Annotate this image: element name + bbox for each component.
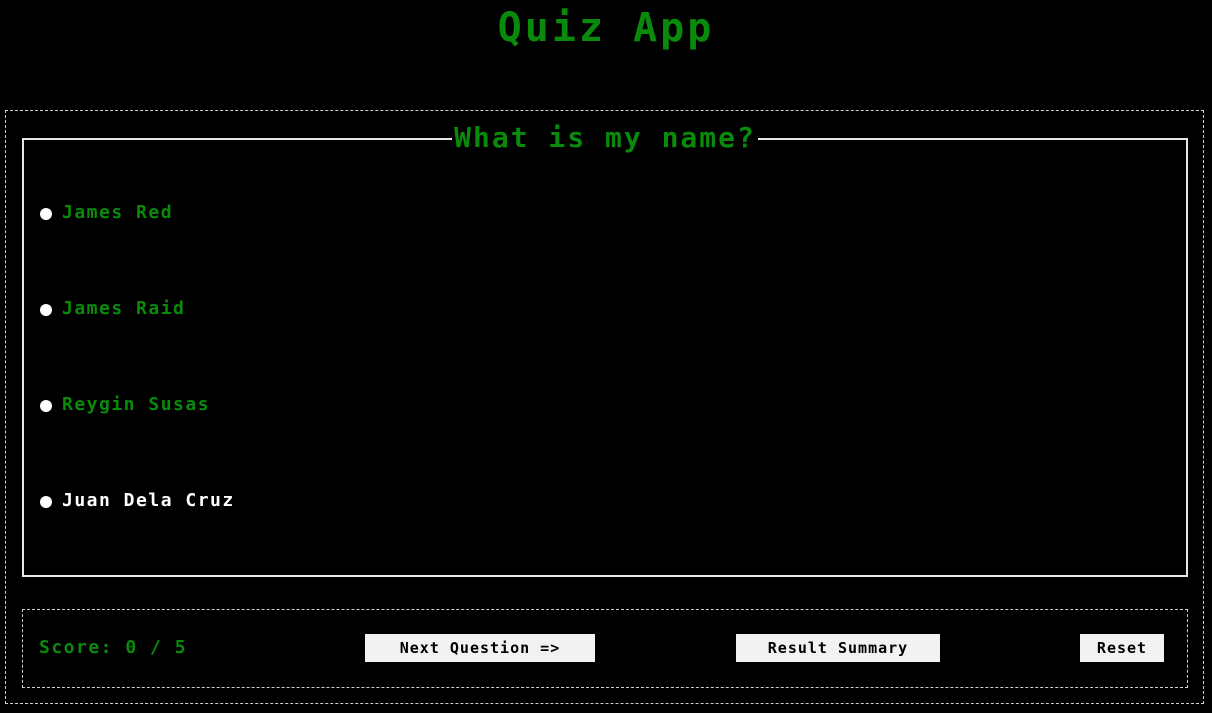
reset-button[interactable]: Reset bbox=[1080, 634, 1164, 662]
option-2[interactable]: James Raid bbox=[40, 298, 185, 319]
option-label: Reygin Susas bbox=[62, 394, 211, 415]
option-1[interactable]: James Red bbox=[40, 202, 173, 223]
radio-button[interactable] bbox=[40, 208, 52, 220]
quiz-footer: Score: 0 / 5 Next Question => Result Sum… bbox=[22, 609, 1188, 688]
option-label: James Raid bbox=[62, 298, 186, 319]
radio-button[interactable] bbox=[40, 304, 52, 316]
radio-button[interactable] bbox=[40, 496, 52, 508]
result-summary-button[interactable]: Result Summary bbox=[736, 634, 940, 662]
option-3[interactable]: Reygin Susas bbox=[40, 394, 210, 415]
question-text: What is my name? bbox=[452, 121, 758, 154]
option-label: James Red bbox=[62, 202, 174, 223]
score-display: Score: 0 / 5 bbox=[39, 637, 188, 658]
radio-button[interactable] bbox=[40, 400, 52, 412]
app-title: Quiz App bbox=[497, 5, 715, 51]
next-question-button[interactable]: Next Question => bbox=[365, 634, 595, 662]
option-4[interactable]: Juan Dela Cruz bbox=[40, 490, 235, 511]
question-fieldset: What is my name? James Red James Raid Re… bbox=[22, 121, 1188, 577]
quiz-page: Quiz App What is my name? James Red Jame… bbox=[0, 0, 1212, 713]
option-label: Juan Dela Cruz bbox=[62, 490, 235, 511]
